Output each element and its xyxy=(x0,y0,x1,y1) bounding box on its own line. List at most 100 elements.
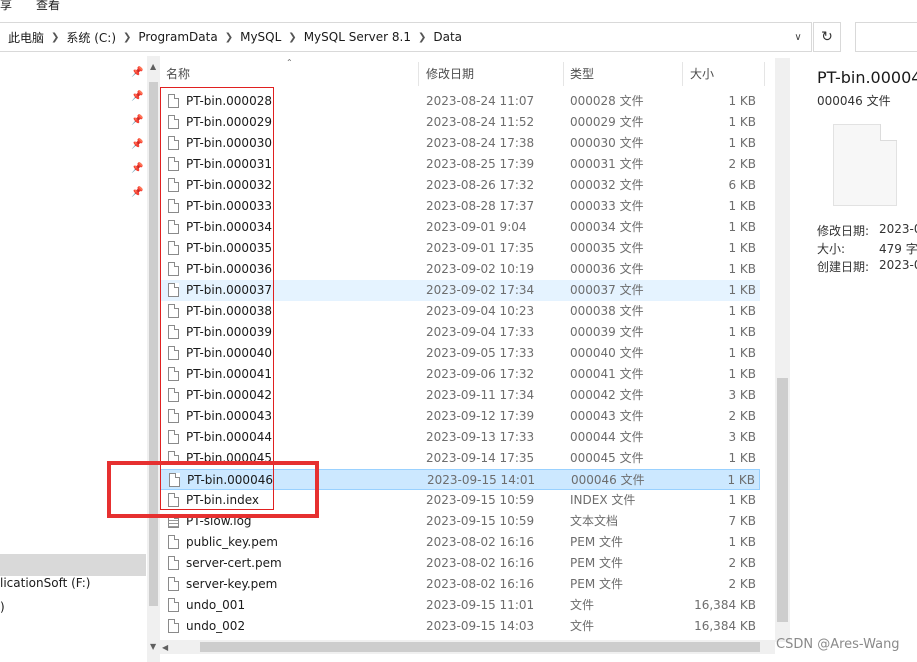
scroll-left-icon[interactable]: ◀ xyxy=(162,643,168,652)
breadcrumb-data[interactable]: Data xyxy=(433,30,462,44)
breadcrumb-programdata[interactable]: ProgramData xyxy=(138,30,217,44)
file-row[interactable]: server-cert.pem 2023-08-02 16:16 PEM 文件 2 K… xyxy=(160,553,760,574)
column-header-type[interactable]: 类型 xyxy=(570,58,680,88)
file-row[interactable]: public_key.pem 2023-08-02 16:16 PEM 文件 1 KB xyxy=(160,532,760,553)
file-row[interactable]: PT-bin.000041 2023-09-06 17:32 000041 文件 1 … xyxy=(160,364,760,385)
list-horizontal-scrollbar-thumb[interactable] xyxy=(200,642,760,652)
ribbon-tab-view[interactable]: 查看 xyxy=(36,0,60,13)
ribbon-strip: 享 查看 xyxy=(0,0,917,14)
file-name: PT-bin.000032 xyxy=(186,178,272,192)
file-row[interactable]: PT-bin.000028 2023-08-24 11:07 000028 文件 1 … xyxy=(160,91,760,112)
file-row[interactable]: PT-bin.000037 2023-09-02 17:34 000037 文件 1 … xyxy=(160,280,760,301)
file-name: PT-slow.log xyxy=(186,514,252,528)
nav-scrollbar-thumb[interactable] xyxy=(149,82,158,606)
address-bar[interactable]: 此电脑 ❯ 系统 (C:) ❯ ProgramData ❯ MySQL ❯ My… xyxy=(0,22,812,52)
file-type: PEM 文件 xyxy=(570,556,623,570)
file-row[interactable]: PT-bin.000035 2023-09-01 17:35 000035 文件 1 … xyxy=(160,238,760,259)
preview-subtitle: 000046 文件 xyxy=(817,94,891,108)
file-icon xyxy=(168,94,179,108)
file-row[interactable]: server-key.pem 2023-08-02 16:16 PEM 文件 2 KB xyxy=(160,574,760,595)
file-type: 000033 文件 xyxy=(570,199,644,213)
file-icon xyxy=(168,535,179,549)
column-divider[interactable] xyxy=(418,62,419,86)
file-row[interactable]: PT-bin.000046 2023-09-15 14:01 000046 文件 1 … xyxy=(160,469,760,490)
nav-item-selected[interactable] xyxy=(0,554,146,576)
search-input[interactable] xyxy=(855,22,917,52)
file-size: 1 KB xyxy=(728,262,756,276)
file-row[interactable]: PT-bin.000045 2023-09-14 17:35 000045 文件 1 … xyxy=(160,448,760,469)
file-type: 文本文档 xyxy=(570,514,619,528)
file-name: PT-bin.000038 xyxy=(186,304,272,318)
file-row[interactable]: PT-bin.000043 2023-09-12 17:39 000043 文件 2 … xyxy=(160,406,760,427)
file-size: 3 KB xyxy=(728,388,756,402)
column-header-date[interactable]: 修改日期 xyxy=(426,58,566,88)
file-icon xyxy=(168,325,179,339)
file-date: 2023-09-01 9:04 xyxy=(426,220,527,234)
file-name: PT-bin.000046 xyxy=(187,473,273,487)
file-date: 2023-09-04 10:23 xyxy=(426,304,535,318)
file-row[interactable]: PT-bin.000038 2023-09-04 10:23 000038 文件 1 … xyxy=(160,301,760,322)
file-row[interactable]: PT-bin.000040 2023-09-05 17:33 000040 文件 1 … xyxy=(160,343,760,364)
file-row[interactable]: PT-bin.000031 2023-08-25 17:39 000031 文件 2 … xyxy=(160,154,760,175)
breadcrumb-mysql-server[interactable]: MySQL Server 8.1 xyxy=(304,30,411,44)
refresh-icon[interactable]: ↻ xyxy=(813,22,841,52)
scroll-down-icon[interactable]: ▼ xyxy=(150,642,156,651)
file-type: 000045 文件 xyxy=(570,451,644,465)
file-row[interactable]: PT-bin.000036 2023-09-02 10:19 000036 文件 1 … xyxy=(160,259,760,280)
nav-item-drive-f[interactable]: licationSoft (F:) xyxy=(0,576,90,590)
file-row[interactable]: PT-bin.000032 2023-08-26 17:32 000032 文件 6 … xyxy=(160,175,760,196)
file-row[interactable]: PT-bin.000042 2023-09-11 17:34 000042 文件 3 … xyxy=(160,385,760,406)
chevron-right-icon[interactable]: ❯ xyxy=(288,32,296,43)
preview-modified-label: 修改日期: xyxy=(817,224,870,238)
chevron-right-icon[interactable]: ❯ xyxy=(418,32,426,43)
ribbon-tab-share[interactable]: 享 xyxy=(0,0,12,13)
pin-icon[interactable]: 📌 xyxy=(131,187,143,199)
file-type: 000030 文件 xyxy=(570,136,644,150)
column-size-label: 大小 xyxy=(690,66,715,81)
list-vertical-scrollbar-thumb[interactable] xyxy=(777,378,788,622)
file-type: 文件 xyxy=(570,598,595,612)
file-row[interactable]: PT-bin.000033 2023-08-28 17:37 000033 文件 1 … xyxy=(160,196,760,217)
preview-pane: PT-bin.00004 000046 文件 修改日期: 2023-0 大小: … xyxy=(805,56,917,662)
pin-icon[interactable]: 📌 xyxy=(131,115,143,127)
column-divider[interactable] xyxy=(764,62,765,86)
file-date: 2023-08-26 17:32 xyxy=(426,178,535,192)
file-icon xyxy=(168,136,179,150)
file-row[interactable]: PT-bin.000034 2023-09-01 9:04 000034 文件 1 K… xyxy=(160,217,760,238)
pin-icon[interactable]: 📌 xyxy=(131,91,143,103)
pin-icon[interactable]: 📌 xyxy=(131,139,143,151)
scroll-up-icon[interactable]: ▲ xyxy=(150,62,156,71)
file-icon xyxy=(168,346,179,360)
file-name: public_key.pem xyxy=(186,535,278,549)
chevron-right-icon[interactable]: ❯ xyxy=(123,32,131,43)
file-icon xyxy=(168,157,179,171)
file-row[interactable]: undo_001 2023-09-15 11:01 文件 16,384 KB xyxy=(160,595,760,616)
file-type: 文件 xyxy=(570,619,595,633)
file-row[interactable]: undo_002 2023-09-15 14:03 文件 16,384 KB xyxy=(160,616,760,637)
file-row[interactable]: PT-bin.index 2023-09-15 10:59 INDEX 文件 1 KB xyxy=(160,490,760,511)
file-row[interactable]: PT-bin.000044 2023-09-13 17:33 000044 文件 3 … xyxy=(160,427,760,448)
file-size: 1 KB xyxy=(728,136,756,150)
chevron-right-icon[interactable]: ❯ xyxy=(225,32,233,43)
pin-icon[interactable]: 📌 xyxy=(131,163,143,175)
file-row[interactable]: PT-slow.log 2023-09-15 10:59 文本文档 7 KB xyxy=(160,511,760,532)
column-divider[interactable] xyxy=(563,62,564,86)
file-icon xyxy=(168,367,179,381)
file-name: PT-bin.000028 xyxy=(186,94,272,108)
file-row[interactable]: PT-bin.000030 2023-08-24 17:38 000030 文件 1 … xyxy=(160,133,760,154)
nav-item-drive[interactable]: ) xyxy=(0,600,5,614)
file-name: PT-bin.000039 xyxy=(186,325,272,339)
chevron-down-icon[interactable]: ∨ xyxy=(785,23,811,51)
pin-icon[interactable]: 📌 xyxy=(131,67,143,79)
file-date: 2023-09-05 17:33 xyxy=(426,346,535,360)
breadcrumb-mysql[interactable]: MySQL xyxy=(240,30,281,44)
file-row[interactable]: PT-bin.000039 2023-09-04 17:33 000039 文件 1 … xyxy=(160,322,760,343)
file-row[interactable]: PT-bin.000029 2023-08-24 11:52 000029 文件 1 … xyxy=(160,112,760,133)
breadcrumb-this-pc[interactable]: 此电脑 xyxy=(8,29,44,46)
column-header-size[interactable]: 大小 xyxy=(690,58,760,88)
file-date: 2023-09-02 10:19 xyxy=(426,262,535,276)
chevron-right-icon[interactable]: ❯ xyxy=(51,32,59,43)
column-divider[interactable] xyxy=(682,62,683,86)
breadcrumb-system-c[interactable]: 系统 (C:) xyxy=(66,29,116,46)
breadcrumb: 此电脑 ❯ 系统 (C:) ❯ ProgramData ❯ MySQL ❯ My… xyxy=(8,23,462,51)
